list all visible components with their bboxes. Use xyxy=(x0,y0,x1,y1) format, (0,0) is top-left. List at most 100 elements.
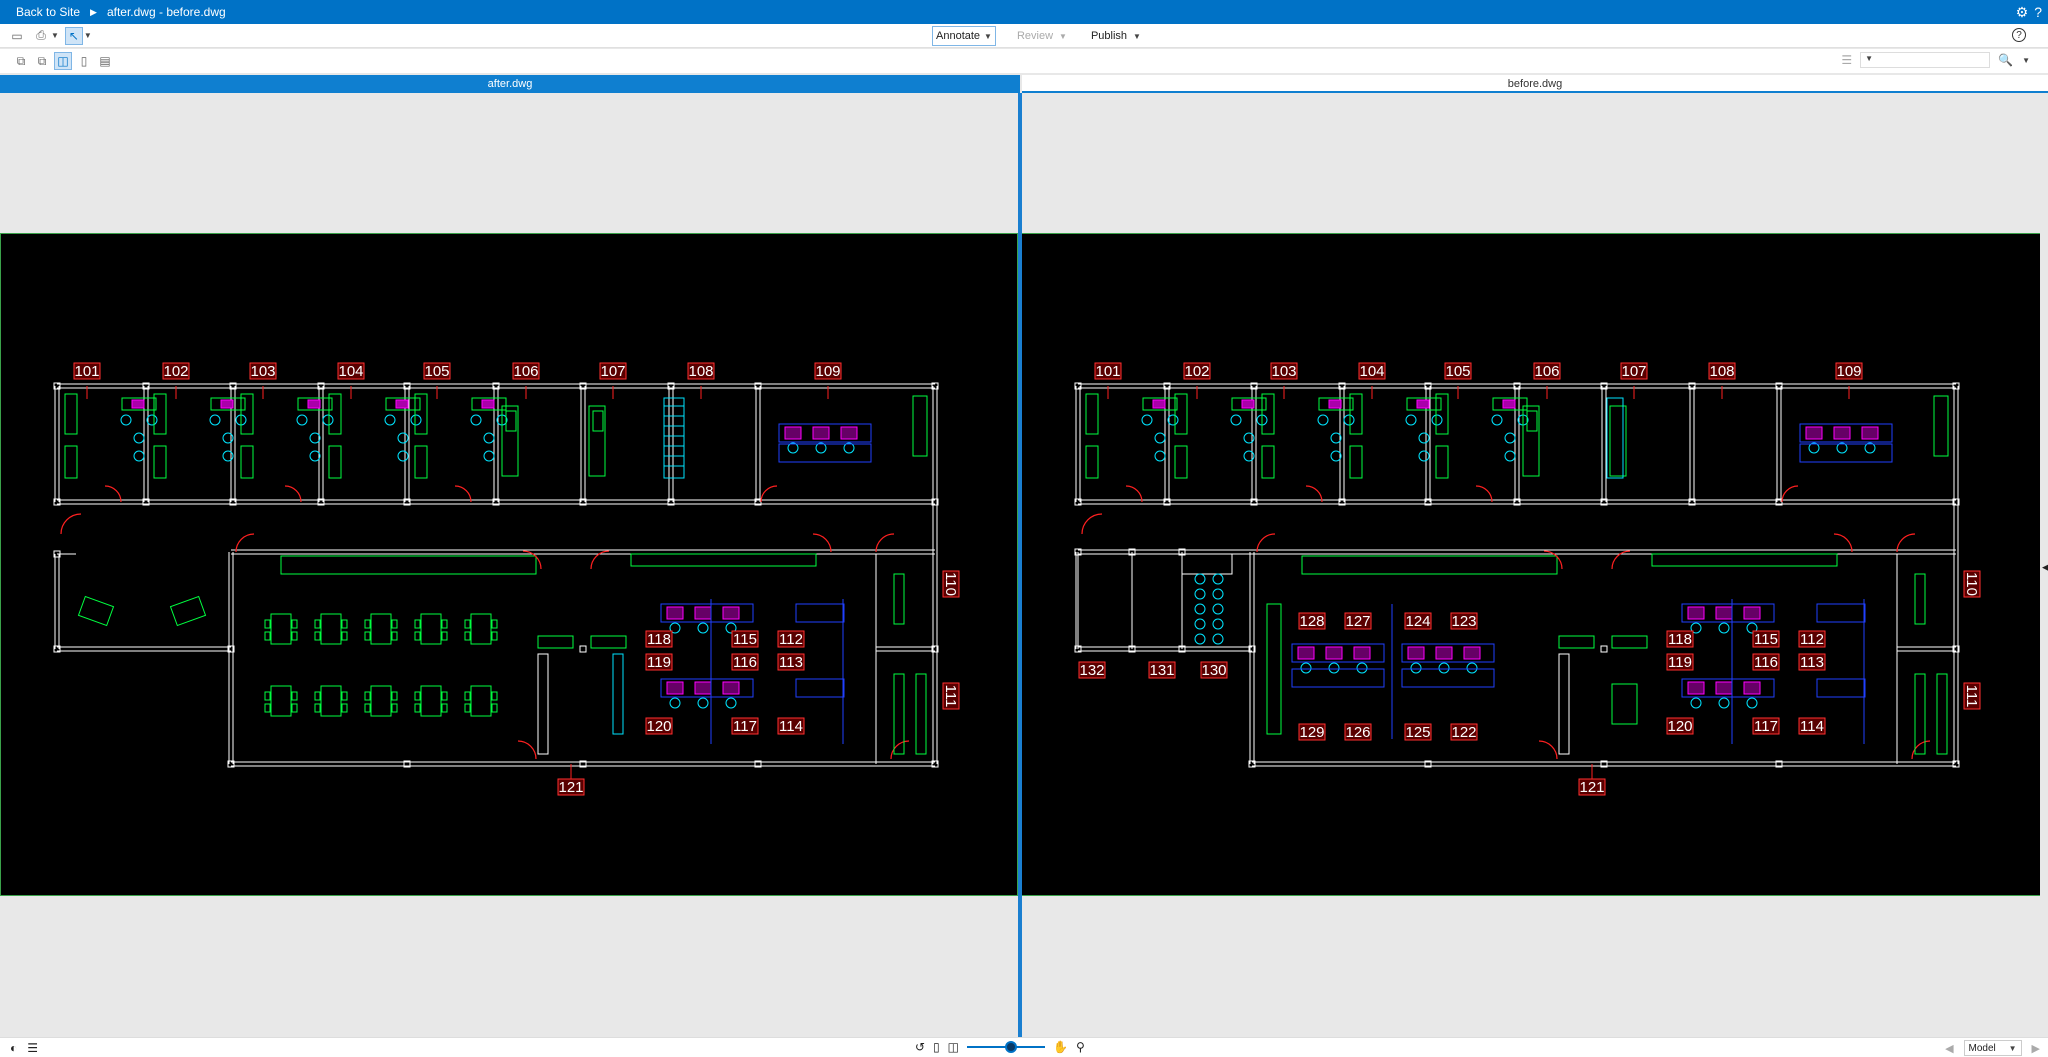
workstation xyxy=(1353,646,1371,660)
stair xyxy=(1606,397,1624,479)
workstation xyxy=(1435,646,1453,660)
overlay-icon[interactable]: ⧉ xyxy=(12,52,30,70)
cabinet xyxy=(314,691,321,701)
undo-icon[interactable]: ↺ xyxy=(915,1040,925,1054)
back-to-site-link[interactable]: Back to Site xyxy=(16,5,80,19)
counter xyxy=(280,555,537,575)
column-post xyxy=(1600,645,1608,653)
search-dropdown-icon[interactable]: ▼ xyxy=(2022,56,2030,65)
cabinet xyxy=(491,691,498,701)
workstation xyxy=(1715,606,1733,620)
chevron-down-icon: ▼ xyxy=(1059,31,1067,41)
chair xyxy=(1194,618,1206,630)
cabinet xyxy=(491,703,498,713)
door-swing xyxy=(1081,513,1103,535)
contrast-icon[interactable]: ◐ xyxy=(10,1041,17,1055)
cabinet xyxy=(1933,395,1949,457)
review-label: Review xyxy=(1016,30,1054,42)
view-toolbar: ⧉ ⧉ ◫ ▯ ▤ xyxy=(0,49,2048,73)
chevron-down-icon[interactable]: ▼ xyxy=(1865,54,1873,63)
list-icon[interactable]: ☰ xyxy=(1841,53,1852,67)
room-label: 118 xyxy=(647,631,671,648)
drawing-canvas-before[interactable]: 101 102 103 104 105 106 107 108 109 110 111 118 115 1… xyxy=(1022,233,2040,896)
floor-plan-before: 101 102 103 104 105 106 107 108 109 110 111 118 115 1… xyxy=(1074,362,1981,796)
split-horizontal-icon[interactable]: ▤ xyxy=(96,52,114,70)
cabinet xyxy=(264,691,271,701)
search-icon[interactable]: 🔍 xyxy=(1998,53,2013,67)
workstation xyxy=(1325,646,1343,660)
cabinet xyxy=(391,691,398,701)
cabinet xyxy=(264,631,271,641)
fit-icon[interactable]: ◫ xyxy=(948,1040,959,1054)
review-menu[interactable]: Review ▼ xyxy=(1014,26,1070,46)
counter xyxy=(1651,553,1838,567)
layout-select[interactable]: Model ▼ xyxy=(1963,1040,2022,1056)
room-label: 132 xyxy=(1079,662,1104,679)
cabinet xyxy=(1085,393,1099,435)
room-label: 116 xyxy=(733,654,757,671)
room-label: 120 xyxy=(646,718,671,735)
room-label: 124 xyxy=(1405,613,1430,630)
next-layout-icon[interactable]: ▶ xyxy=(2032,1042,2040,1055)
room-label: 107 xyxy=(1621,363,1646,380)
chair xyxy=(1194,573,1206,585)
table xyxy=(370,685,392,717)
publish-menu[interactable]: Publish ▼ xyxy=(1088,26,1144,46)
side-panel-toggle-icon[interactable]: ◀ xyxy=(2042,562,2048,574)
side-by-side-icon[interactable]: ◫ xyxy=(54,52,72,70)
zoom-slider-knob[interactable] xyxy=(1005,1041,1018,1053)
door-swing xyxy=(60,513,82,535)
cabinet xyxy=(1435,445,1449,479)
cabinet xyxy=(153,445,167,479)
layers-icon[interactable]: ☰ xyxy=(27,1041,38,1055)
room-label: 119 xyxy=(647,654,671,671)
room-label: 128 xyxy=(1299,613,1324,630)
room-label: 114 xyxy=(1800,718,1824,735)
select-dropdown-icon[interactable]: ▼ xyxy=(84,31,92,40)
drawing-canvas-after[interactable]: 101 102 103 104 105 106 107 108 109 110 111 118 115 1… xyxy=(0,233,1018,896)
cabinet xyxy=(1174,445,1188,479)
cabinet xyxy=(341,703,348,713)
print-dropdown-icon[interactable]: ▼ xyxy=(51,31,59,40)
room-label: 120 xyxy=(1667,718,1692,735)
overlay-alt-icon[interactable]: ⧉ xyxy=(33,52,51,70)
annotate-menu[interactable]: Annotate ▼ xyxy=(932,26,996,46)
cabinet xyxy=(1085,445,1099,479)
prev-layout-icon[interactable]: ◀ xyxy=(1945,1042,1953,1055)
chair xyxy=(1718,697,1730,709)
chair xyxy=(397,450,409,462)
zoom-slider[interactable] xyxy=(967,1041,1046,1053)
cabinet xyxy=(590,635,627,649)
help-icon[interactable]: ? xyxy=(2034,4,2042,21)
room-label: 109 xyxy=(1836,363,1861,380)
tab-after[interactable]: after.dwg xyxy=(0,75,1020,93)
single-page-icon[interactable]: ▯ xyxy=(75,52,93,70)
cabinet xyxy=(391,619,398,629)
cabinet xyxy=(64,445,78,479)
page-icon[interactable]: ▯ xyxy=(933,1040,940,1054)
chair xyxy=(410,414,422,426)
tab-before[interactable]: before.dwg xyxy=(1022,75,2048,93)
door-swing xyxy=(812,533,832,553)
gear-icon[interactable]: ⚙ xyxy=(2016,4,2029,21)
zoom-window-icon[interactable]: ⚲ xyxy=(1076,1040,1085,1054)
search-input[interactable]: ▼ xyxy=(1860,52,1991,68)
chair xyxy=(133,432,145,444)
kitchen-wall xyxy=(1558,653,1570,755)
print-icon[interactable]: ⎙ xyxy=(32,27,50,45)
context-help-icon[interactable]: ? xyxy=(2012,28,2026,42)
cabinet xyxy=(1261,445,1275,479)
door-swing xyxy=(1896,533,1916,553)
room-label: 111 xyxy=(942,685,959,708)
desk-cluster xyxy=(795,603,845,623)
room-label: 107 xyxy=(600,363,625,380)
chair xyxy=(483,450,495,462)
workstation xyxy=(1328,399,1342,409)
select-icon[interactable]: ↖ xyxy=(64,26,83,45)
chair xyxy=(470,414,482,426)
pan-icon[interactable]: ✋ xyxy=(1053,1040,1068,1054)
bench xyxy=(77,595,115,627)
workstation xyxy=(1743,606,1761,620)
cabinet xyxy=(592,410,604,432)
save-icon[interactable]: ▭ xyxy=(8,27,26,45)
